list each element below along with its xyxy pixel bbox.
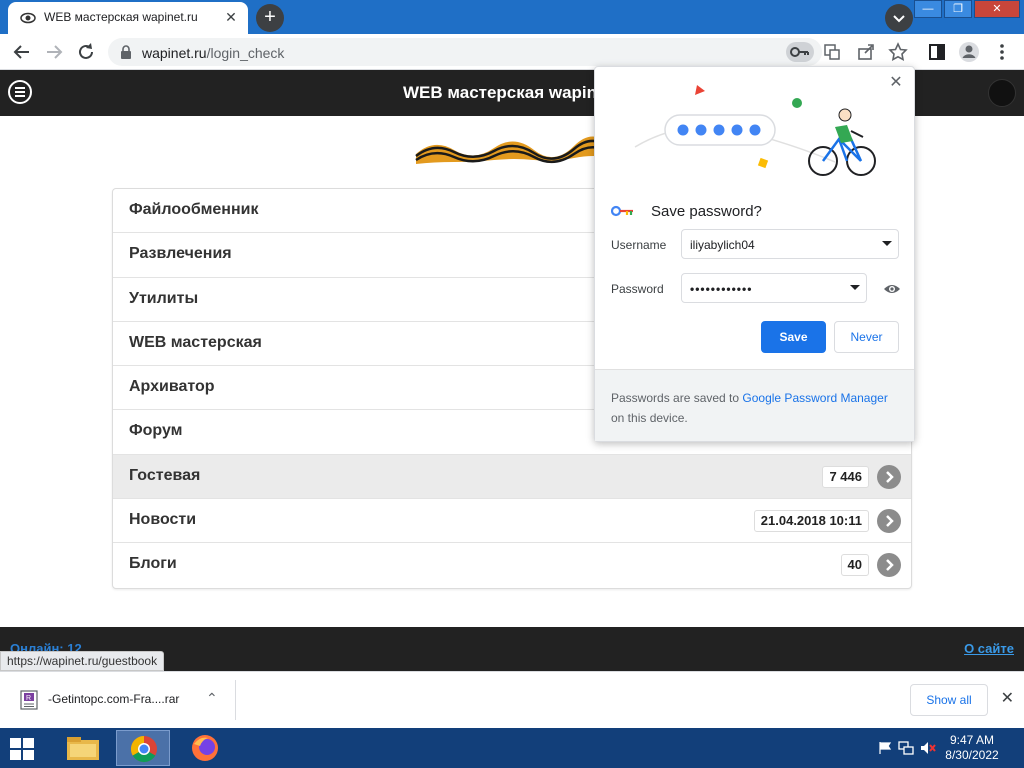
menu-item-label: Файлообменник <box>129 201 259 218</box>
share-icon[interactable] <box>854 40 878 64</box>
hamburger-menu-icon[interactable] <box>8 80 32 104</box>
reload-button[interactable] <box>74 40 98 64</box>
google-key-icon <box>611 205 633 217</box>
menu-item-label: Архиватор <box>129 378 215 396</box>
chevron-right-icon <box>877 553 901 578</box>
st-george-ribbon-icon <box>415 136 613 164</box>
menu-item-label: Утилиты <box>129 289 199 307</box>
tab-title: WEB мастерская wapinet.ru <box>44 10 198 24</box>
address-bar[interactable]: wapinet.ru/login_check <box>108 38 840 66</box>
save-password-dialog: ✕ Save password? Username iliyabylich04 … <box>594 66 915 442</box>
windows-start-icon[interactable] <box>8 736 36 762</box>
restore-button[interactable]: ❐ <box>944 0 972 18</box>
clock[interactable]: 9:47 AM 8/30/2022 <box>942 733 1002 763</box>
chrome-taskbar-icon[interactable] <box>116 730 170 766</box>
windows-taskbar: 9:47 AM 8/30/2022 <box>0 728 1024 768</box>
menu-item-news[interactable]: Новости 21.04.2018 10:11 <box>113 499 911 544</box>
count-badge: 40 <box>840 554 869 577</box>
dropdown-caret-icon <box>850 285 860 290</box>
about-link[interactable]: О сайте <box>964 641 1014 656</box>
minimize-button[interactable]: — <box>914 0 942 18</box>
password-manager-link[interactable]: Google Password Manager <box>742 391 887 405</box>
clock-time: 9:47 AM <box>949 733 995 747</box>
back-button[interactable] <box>10 40 34 64</box>
tab-active[interactable]: WEB мастерская wapinet.ru ✕ <box>8 2 248 34</box>
arrow-left-icon <box>13 45 29 59</box>
side-panel-icon[interactable] <box>925 40 949 64</box>
footer-text-prefix: Passwords are saved to <box>611 391 743 405</box>
dropdown-caret-icon <box>882 241 892 246</box>
password-illustration-icon <box>634 85 876 176</box>
download-item[interactable]: R -Getintopc.com-Fra....rar ⌃ <box>10 680 236 720</box>
flag-icon[interactable] <box>878 741 892 755</box>
password-field[interactable]: •••••••••••• <box>681 273 867 303</box>
volume-muted-icon[interactable] <box>920 741 936 755</box>
svg-text:R: R <box>26 695 31 702</box>
save-button[interactable]: Save <box>761 321 826 353</box>
download-bar: R -Getintopc.com-Fra....rar ⌃ Show all ✕ <box>0 671 1024 728</box>
arrow-right-icon <box>47 45 63 59</box>
password-label: Password <box>611 282 664 296</box>
tab-search-button[interactable] <box>885 4 913 32</box>
more-menu-icon[interactable] <box>990 40 1014 64</box>
menu-item-label: Гостевая <box>129 466 201 484</box>
password-manager-footer: Passwords are saved to Google Password M… <box>595 369 914 441</box>
menu-item-label: Новости <box>129 511 197 529</box>
never-button[interactable]: Never <box>834 321 899 353</box>
show-all-button[interactable]: Show all <box>910 684 988 716</box>
eye-icon[interactable] <box>883 282 901 296</box>
status-url-bubble: https://wapinet.ru/guestbook <box>0 651 165 671</box>
reload-icon <box>79 43 93 59</box>
user-avatar[interactable] <box>988 79 1016 107</box>
chevron-down-icon <box>893 15 905 23</box>
key-icon[interactable] <box>786 42 814 62</box>
network-icon[interactable] <box>898 741 914 755</box>
download-filename: -Getintopc.com-Fra....rar <box>48 692 180 706</box>
forward-button[interactable] <box>42 40 66 64</box>
new-tab-button[interactable]: + <box>256 4 284 32</box>
chevron-up-icon[interactable]: ⌃ <box>206 690 218 707</box>
save-password-title: Save password? <box>651 203 762 220</box>
menu-item-label: WEB мастерская <box>129 333 262 351</box>
firefox-icon[interactable] <box>178 730 232 766</box>
password-value: •••••••••••• <box>690 282 753 296</box>
close-window-button[interactable]: ✕ <box>974 0 1020 18</box>
browser-toolbar: wapinet.ru/login_check <box>0 34 1024 70</box>
lock-icon <box>121 45 131 59</box>
url-path: /login_check <box>206 45 285 61</box>
date-badge: 21.04.2018 10:11 <box>753 510 869 533</box>
tab-strip: WEB мастерская wapinet.ru ✕ + — ❐ ✕ <box>0 0 1024 34</box>
menu-item-label: Развлечения <box>129 245 232 263</box>
username-label: Username <box>611 238 667 252</box>
translate-icon[interactable] <box>818 42 846 62</box>
menu-item-blogs[interactable]: Блоги 40 <box>113 543 911 587</box>
close-downloads-icon[interactable]: ✕ <box>1001 688 1014 708</box>
file-explorer-icon[interactable] <box>56 730 110 766</box>
tab-close-icon[interactable]: ✕ <box>222 8 240 26</box>
url-text: wapinet.ru/login_check <box>142 45 284 61</box>
profile-icon[interactable] <box>957 40 981 64</box>
bookmark-star-icon[interactable] <box>886 40 910 64</box>
chevron-right-icon <box>877 509 901 534</box>
clock-date: 8/30/2022 <box>945 748 999 762</box>
eye-favicon-icon <box>20 12 36 24</box>
count-badge: 7 446 <box>822 465 869 488</box>
menu-item-guestbook[interactable]: Гостевая 7 446 <box>113 454 911 500</box>
close-icon[interactable]: ✕ <box>886 73 906 93</box>
window-controls: — ❐ ✕ <box>914 0 1020 22</box>
footer-text-suffix: on this device. <box>611 411 688 425</box>
username-field[interactable]: iliyabylich04 <box>681 229 899 259</box>
rar-file-icon: R <box>20 690 38 710</box>
menu-item-label: Блоги <box>129 555 177 573</box>
chevron-right-icon <box>877 464 901 489</box>
menu-item-label: Форум <box>129 422 183 440</box>
footer-text: Passwords are saved to Google Password M… <box>611 388 903 428</box>
url-host: wapinet.ru <box>142 45 207 61</box>
username-value: iliyabylich04 <box>690 238 755 252</box>
